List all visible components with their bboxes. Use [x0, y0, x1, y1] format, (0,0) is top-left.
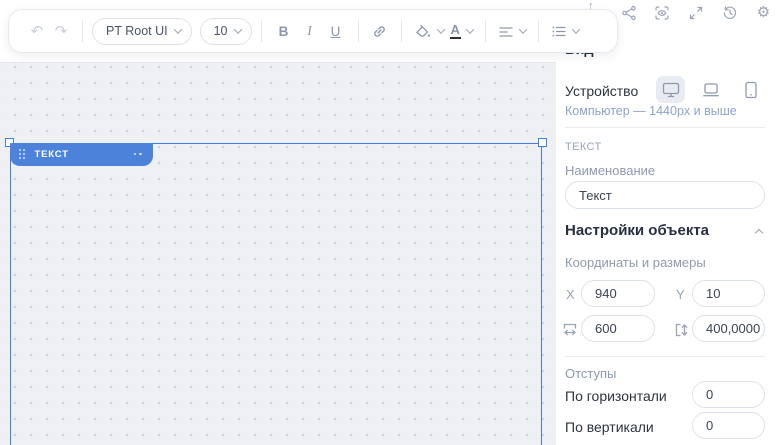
chevron-down-icon — [173, 25, 181, 33]
text-format-toolbar: ↶ ↷ PT Root UI 10 B I U — [8, 9, 618, 53]
collapse-section-icon[interactable] — [755, 229, 763, 237]
share-icon[interactable] — [620, 4, 637, 21]
name-label: Наименование — [565, 163, 655, 178]
font-size-value: 10 — [214, 24, 228, 38]
device-desktop-icon[interactable] — [656, 76, 685, 103]
name-input[interactable] — [565, 181, 765, 209]
settings-panel: Вид Устройство — [556, 0, 780, 445]
history-icon[interactable] — [721, 4, 738, 21]
bold-button[interactable]: B — [271, 24, 297, 39]
element-menu-icon[interactable] — [134, 153, 142, 156]
x-input[interactable] — [581, 280, 655, 307]
fullscreen-icon[interactable] — [688, 4, 705, 21]
editor-canvas[interactable]: ТЕКСТ — [0, 62, 556, 445]
chevron-down-icon — [466, 25, 474, 33]
resize-handle-top-right[interactable] — [538, 138, 547, 147]
element-type-label: ТЕКСТ — [565, 141, 602, 153]
drag-handle-icon[interactable] — [19, 149, 25, 159]
collapse-toolbar-icon[interactable]: ↑ — [588, 0, 594, 12]
divider — [565, 127, 765, 128]
editor-actions: ⚙ — [620, 4, 772, 22]
divider — [565, 356, 765, 357]
device-tablet-icon[interactable] — [736, 76, 765, 103]
preview-icon[interactable] — [654, 4, 671, 21]
underline-button[interactable]: U — [323, 24, 349, 39]
text-color-button[interactable]: A — [447, 23, 476, 39]
x-label: X — [566, 287, 575, 302]
settings-gear-icon[interactable]: ⚙ — [755, 4, 772, 21]
device-switcher — [656, 76, 780, 103]
device-hint: Компьютер — 1440px и выше — [565, 104, 737, 118]
link-icon[interactable] — [368, 19, 392, 43]
horizontal-margin-label: По горизонтали — [565, 388, 667, 404]
vertical-margin-input[interactable] — [692, 412, 765, 439]
chevron-down-icon — [519, 25, 527, 33]
vertical-margin-label: По вертикали — [565, 419, 654, 435]
font-size-select[interactable]: 10 — [200, 18, 252, 45]
italic-button[interactable]: I — [297, 23, 323, 39]
redo-icon[interactable]: ↷ — [49, 19, 73, 43]
width-icon — [562, 322, 578, 338]
chevron-down-icon — [572, 25, 580, 33]
device-laptop-icon[interactable] — [696, 76, 725, 103]
coords-label: Координаты и размеры — [565, 255, 706, 270]
app-window: { "toolbar": { "undo_glyph": "↶", "redo_… — [0, 0, 780, 445]
height-input[interactable] — [692, 315, 765, 342]
text-align-button[interactable] — [495, 23, 529, 39]
font-family-value: PT Root UI — [106, 24, 168, 38]
fill-color-button[interactable] — [411, 23, 447, 39]
element-badge[interactable]: ТЕКСТ — [10, 143, 153, 166]
undo-icon[interactable]: ↶ — [25, 19, 49, 43]
width-input[interactable] — [581, 315, 655, 342]
chevron-down-icon — [436, 25, 444, 33]
device-phone-icon[interactable] — [776, 76, 780, 103]
element-badge-label: ТЕКСТ — [35, 149, 134, 160]
object-settings-heading: Настройки объекта — [565, 222, 709, 239]
y-label: Y — [676, 287, 685, 302]
y-input[interactable] — [692, 280, 765, 307]
selected-element-outline[interactable]: ТЕКСТ — [10, 143, 542, 445]
height-icon — [674, 322, 690, 338]
margins-label: Отступы — [565, 366, 616, 381]
text-color-indicator: A — [450, 23, 461, 39]
list-style-button[interactable] — [548, 23, 582, 39]
chevron-down-icon — [233, 25, 241, 33]
font-family-select[interactable]: PT Root UI — [92, 18, 192, 45]
device-label: Устройство — [565, 83, 638, 99]
horizontal-margin-input[interactable] — [692, 381, 765, 408]
